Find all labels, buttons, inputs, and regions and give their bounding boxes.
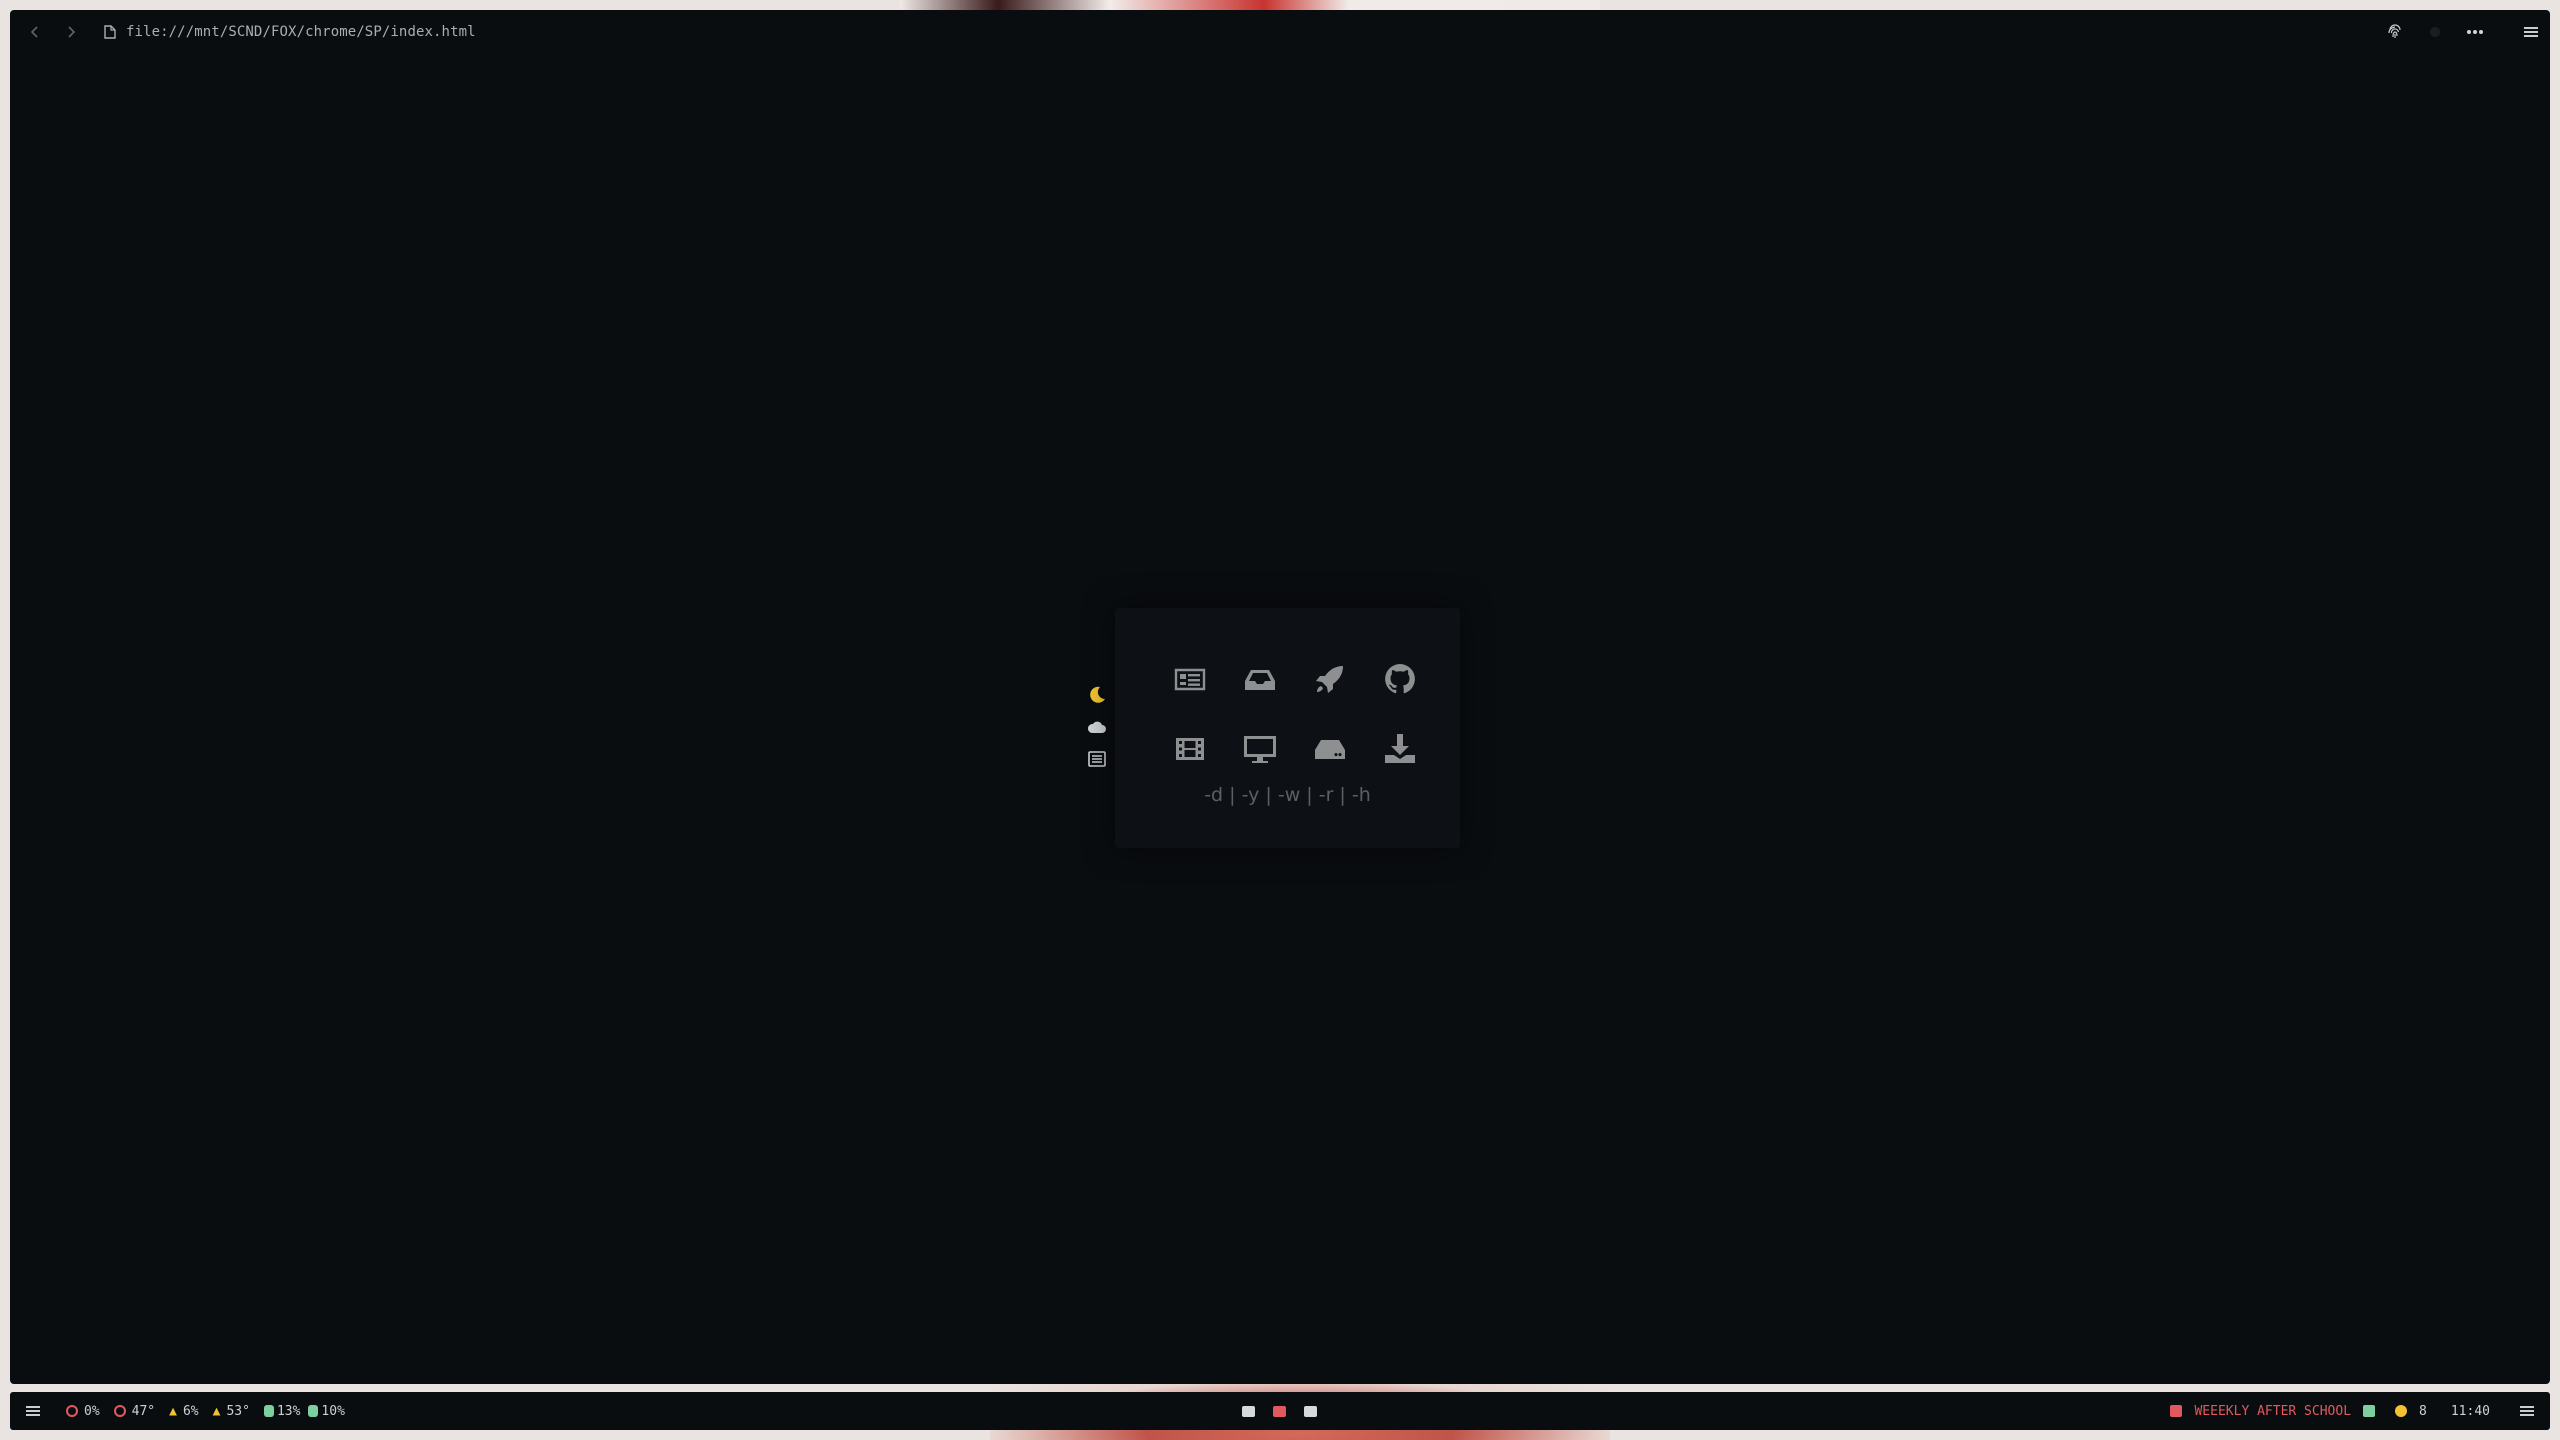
- gpu-temp-value: 53°: [226, 1403, 250, 1419]
- bar-menu-button[interactable]: [2518, 1402, 2536, 1420]
- gamepad-temp-icon: ▲: [212, 1403, 221, 1419]
- extension-icon: [2430, 27, 2440, 37]
- disk-usage-1: 13%: [263, 1403, 301, 1419]
- bookmark-movies[interactable]: [1155, 714, 1225, 784]
- gpu-usage-value: 6%: [182, 1403, 199, 1419]
- hdd-icon: [1315, 740, 1345, 759]
- bookmark-drive[interactable]: [1295, 714, 1365, 784]
- toolbar-actions: [2386, 10, 2540, 54]
- status-bar: 0% 47° ▲ 6% ▲ 53° 13% 10% WEEEKLY AFTER …: [10, 1392, 2550, 1430]
- cpu-usage: 0%: [66, 1404, 100, 1419]
- chevron-right-icon: [68, 26, 76, 38]
- bookmark-news[interactable]: [1155, 644, 1225, 714]
- menu-button[interactable]: [2522, 23, 2540, 41]
- cpu-temp-value: 47°: [131, 1403, 156, 1419]
- url-bar[interactable]: file:///mnt/SCND/FOX/chrome/SP/index.htm…: [104, 10, 476, 54]
- github-icon: [1385, 664, 1415, 694]
- bar-left: 0% 47° ▲ 6% ▲ 53° 13% 10%: [24, 1392, 345, 1430]
- bookmark-desktop[interactable]: [1225, 714, 1295, 784]
- cpu-icon: [66, 1405, 78, 1417]
- database-icon: [263, 1405, 274, 1417]
- browser-window: file:///mnt/SCND/FOX/chrome/SP/index.htm…: [10, 10, 2550, 1384]
- notification-count[interactable]: 8: [2419, 1404, 2427, 1419]
- bookmark-inbox[interactable]: [1225, 644, 1295, 714]
- music-icon: [2170, 1405, 2183, 1417]
- fingerprint-icon: [2388, 24, 2401, 38]
- bookmark-github[interactable]: [1365, 644, 1435, 714]
- browser-toolbar: file:///mnt/SCND/FOX/chrome/SP/index.htm…: [10, 10, 2550, 54]
- page-icon: [104, 25, 116, 39]
- forward-button[interactable]: [54, 10, 88, 54]
- disk-usage-2-value: 10%: [321, 1403, 345, 1419]
- more-dots-icon: [2467, 30, 2483, 34]
- list-icon[interactable]: [1087, 749, 1107, 769]
- gpu-temp: ▲ 53°: [213, 1404, 250, 1419]
- launcher-button[interactable]: [24, 1402, 42, 1420]
- startpage-panel: -d | -y | -w | -r | -h: [1115, 608, 1460, 848]
- download-icon: [1385, 734, 1415, 763]
- music-control-icon[interactable]: [2363, 1405, 2376, 1417]
- url-text: file:///mnt/SCND/FOX/chrome/SP/index.htm…: [126, 24, 476, 40]
- hamburger-icon: [26, 1406, 40, 1416]
- cpu-temp: 47°: [113, 1403, 156, 1419]
- more-button[interactable]: [2466, 23, 2484, 41]
- gpu-usage: ▲ 6%: [169, 1404, 198, 1419]
- newspaper-icon: [1174, 668, 1206, 691]
- bookmark-grid: [1155, 644, 1435, 784]
- database-icon-2: [308, 1405, 319, 1417]
- cloud-icon[interactable]: [1087, 717, 1107, 737]
- desktop-icon: [1244, 736, 1276, 763]
- disk-usage-2: 10%: [308, 1403, 345, 1419]
- workspace-2[interactable]: [1273, 1405, 1286, 1417]
- moon-icon[interactable]: [1087, 685, 1107, 705]
- film-icon: [1176, 738, 1204, 760]
- thermometer-icon: [113, 1405, 126, 1417]
- bookmark-rocket[interactable]: [1295, 644, 1365, 714]
- hamburger-icon: [2524, 27, 2538, 37]
- disk-usage-1-value: 13%: [276, 1403, 301, 1419]
- workspace-3[interactable]: [1304, 1405, 1317, 1417]
- side-icons: [1085, 685, 1109, 769]
- hamburger-icon: [2520, 1406, 2534, 1416]
- rocket-icon: [1316, 666, 1343, 693]
- bar-right: WEEEKLY AFTER SCHOOL 8 11:40: [2170, 1392, 2536, 1430]
- cpu-usage-value: 0%: [84, 1403, 100, 1419]
- extension-button[interactable]: [2426, 23, 2444, 41]
- notification-icon: [2395, 1405, 2408, 1417]
- chevron-left-icon: [30, 26, 38, 38]
- fingerprint-button[interactable]: [2386, 23, 2404, 41]
- bookmark-downloads[interactable]: [1365, 714, 1435, 784]
- workspaces: [1242, 1392, 1317, 1430]
- gamepad-icon: ▲: [169, 1403, 177, 1419]
- back-button[interactable]: [18, 10, 52, 54]
- inbox-icon: [1245, 670, 1275, 690]
- command-hint: -d | -y | -w | -r | -h: [1204, 784, 1371, 806]
- clock[interactable]: 11:40: [2451, 1404, 2490, 1419]
- now-playing[interactable]: WEEEKLY AFTER SCHOOL: [2194, 1404, 2351, 1419]
- workspace-1[interactable]: [1242, 1405, 1255, 1417]
